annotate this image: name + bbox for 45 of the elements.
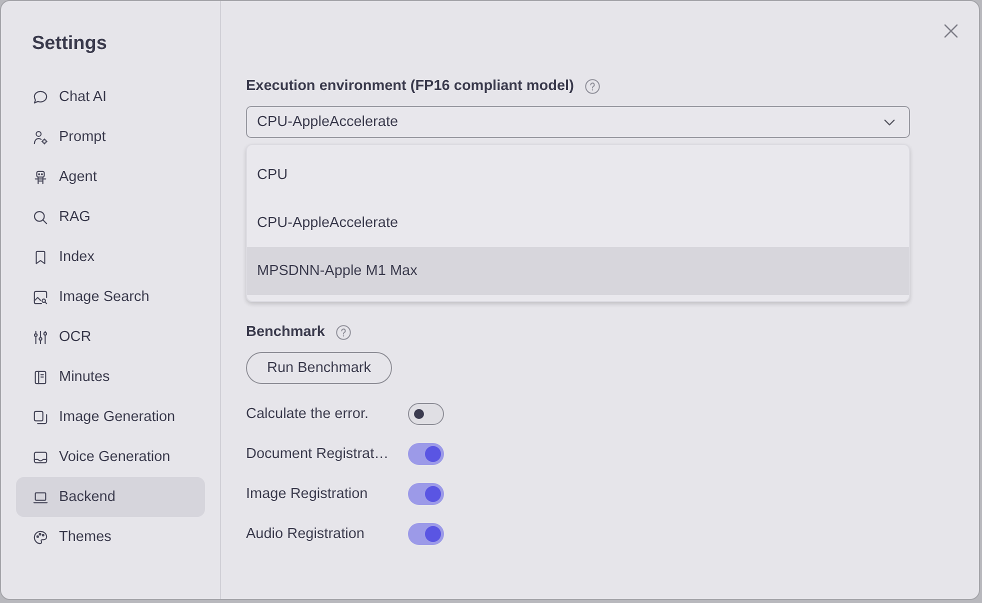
sidebar-item[interactable]: Image Generation xyxy=(16,397,205,437)
chat-bubble-icon xyxy=(33,90,48,104)
section-label: Execution environment (FP16 compliant model) xyxy=(246,78,574,94)
image-search-icon xyxy=(33,290,48,304)
chevron-down-icon xyxy=(884,118,895,126)
toggle-switch[interactable] xyxy=(408,523,444,545)
toggle-label: Document Registrat… xyxy=(246,446,390,462)
help-icon[interactable] xyxy=(336,324,351,340)
sidebar-item[interactable]: Image Search xyxy=(16,277,205,317)
sidebar-item[interactable]: Index xyxy=(16,237,205,277)
sidebar-item[interactable]: Minutes xyxy=(16,357,205,397)
notebook-icon xyxy=(33,370,48,384)
robot-icon xyxy=(33,170,48,184)
person-gear-icon xyxy=(33,130,48,144)
run-benchmark-button[interactable]: Run Benchmark xyxy=(246,352,392,384)
toggle-label: Audio Registration xyxy=(246,526,366,542)
toggle-switch[interactable] xyxy=(408,403,444,425)
sidebar-item[interactable]: Themes xyxy=(16,517,205,557)
tray-icon xyxy=(33,450,48,464)
bookmark-icon xyxy=(33,250,48,264)
sidebar-item[interactable]: Backend xyxy=(16,477,205,517)
dropdown-option[interactable]: CPU xyxy=(247,151,909,199)
sidebar-item[interactable]: Agent xyxy=(16,157,205,197)
palette-icon xyxy=(33,530,48,544)
sidebar-item[interactable]: Prompt xyxy=(16,117,205,157)
close-button[interactable] xyxy=(942,22,960,40)
laptop-icon xyxy=(33,490,48,504)
toggle-label: Image Registration xyxy=(246,486,369,502)
section-label: Benchmark xyxy=(246,324,325,340)
sidebar-item[interactable]: Chat AI xyxy=(16,77,205,117)
dropdown-option[interactable]: CPU-AppleAccelerate xyxy=(247,199,909,247)
toggle-switch[interactable] xyxy=(408,483,444,505)
sidebar-item[interactable]: OCR xyxy=(16,317,205,357)
search-icon xyxy=(33,210,48,224)
help-icon[interactable] xyxy=(584,78,600,94)
dropdown-field[interactable]: CPU-AppleAccelerate xyxy=(246,106,910,138)
toggle-switch[interactable] xyxy=(408,443,444,465)
toggle-label: Calculate the error. xyxy=(246,406,370,422)
dropdown-option[interactable]: MPSDNN-Apple M1 Max xyxy=(247,247,909,295)
sliders-icon xyxy=(33,330,48,344)
copy-icon xyxy=(33,410,48,424)
sidebar-item[interactable]: Voice Generation xyxy=(16,437,205,477)
sidebar-item[interactable]: RAG xyxy=(16,197,205,237)
dialog-title: Settings xyxy=(32,32,107,56)
close-icon xyxy=(944,24,958,38)
